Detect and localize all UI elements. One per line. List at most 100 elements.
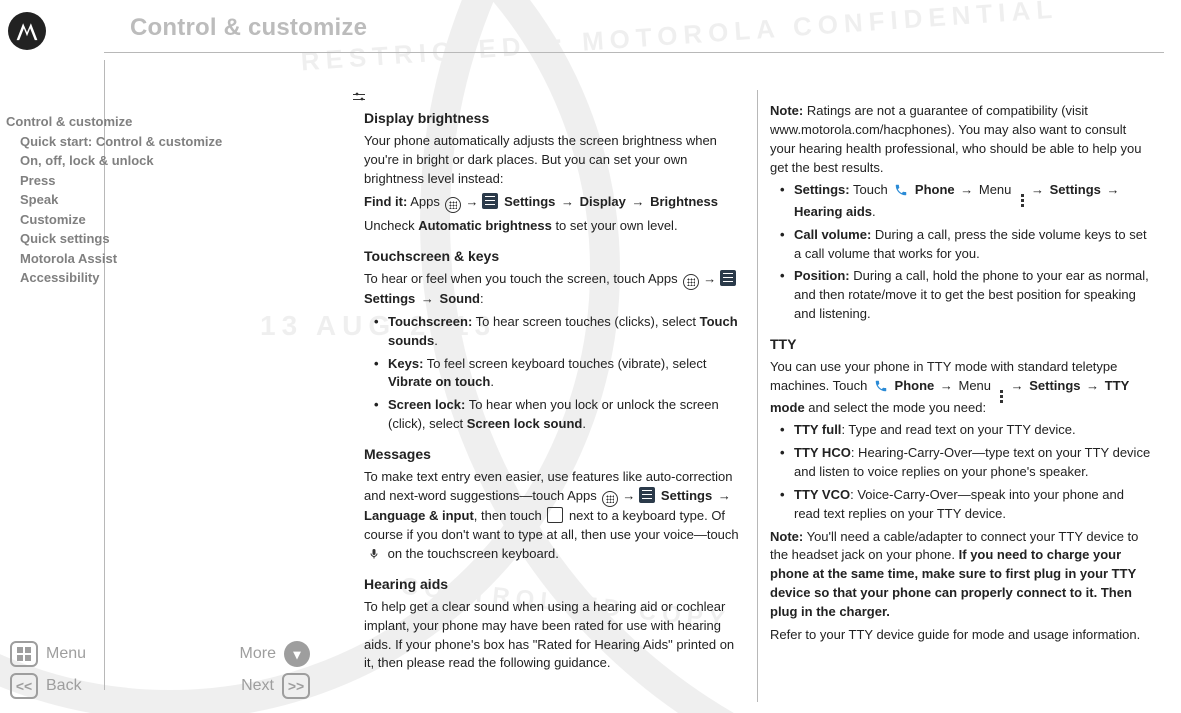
pagination-nav: Menu More ▾ << Back Next >> (10, 635, 310, 705)
arrow-icon: → (421, 291, 434, 306)
arrow-icon: → (960, 182, 973, 197)
body-text: To hear screen touches (clicks), select (472, 314, 699, 329)
column-2: Note: Ratings are not a guarantee of com… (758, 90, 1163, 702)
overflow-menu-icon (997, 385, 1007, 399)
arrow-icon: → (1011, 378, 1024, 393)
back-button[interactable]: << Back (10, 673, 82, 699)
arrow-icon: → (1031, 182, 1044, 197)
list-item: Settings: Touch Phone → Menu → Settings … (780, 181, 1151, 221)
overflow-menu-icon (1017, 189, 1027, 203)
body-text: TTY VCO (794, 487, 850, 502)
body-text: To feel screen keyboard touches (vibrate… (423, 356, 706, 371)
body-text: Touchscreen: (388, 314, 472, 329)
body-text: Uncheck (364, 218, 418, 233)
body-text: on the touchscreen keyboard. (384, 546, 559, 561)
more-button[interactable]: More ▾ (240, 641, 310, 667)
body-text: Screen lock sound (467, 416, 583, 431)
bullet-list: TTY full: Type and read text on your TTY… (780, 421, 1151, 523)
settings-icon (482, 193, 498, 209)
menu-grid-icon (10, 641, 38, 667)
body-text: Automatic brightness (418, 218, 552, 233)
body-text: You can use your phone in TTY mode with … (770, 358, 1151, 417)
list-item: TTY VCO: Voice-Carry-Over—speak into you… (780, 486, 1151, 524)
body-text: Keys: (388, 356, 423, 371)
toc-item[interactable]: Motorola Assist (20, 249, 306, 269)
menu-label: Menu (46, 645, 86, 663)
find-it-line: Find it: Apps → Settings → Display → Bri… (364, 193, 745, 213)
body-text: Settings (1026, 378, 1085, 393)
arrow-icon: → (631, 194, 644, 209)
body-text: Settings (657, 488, 716, 503)
apps-icon (602, 491, 618, 507)
toc-item[interactable]: Quick start: Control & customize (20, 132, 306, 152)
url-text: www.motorola.com/hacphones (770, 122, 947, 137)
list-item: Call volume: During a call, press the si… (780, 226, 1151, 264)
body-text: Settings (364, 291, 419, 306)
body-text: Apps (407, 194, 443, 209)
arrow-icon: → (940, 378, 953, 393)
more-icon: ▾ (284, 641, 310, 667)
note-text: Note: You'll need a cable/adapter to con… (770, 528, 1151, 622)
menu-button[interactable]: Menu (10, 641, 86, 667)
toc-parent[interactable]: Control & customize (6, 112, 306, 132)
arrow-icon: → (465, 194, 478, 209)
find-it-label: Find it: (364, 194, 407, 209)
body-text: Phone (891, 378, 938, 393)
list-item: Touchscreen: To hear screen touches (cli… (374, 313, 745, 351)
next-button[interactable]: Next >> (241, 673, 310, 699)
back-icon: << (10, 673, 38, 699)
arrow-icon: → (718, 488, 731, 503)
body-text: Display (576, 194, 629, 209)
arrow-icon: → (561, 194, 574, 209)
body-text: Settings: (794, 182, 850, 197)
toc-item[interactable]: Quick settings (20, 229, 306, 249)
column-1: Display brightness Your phone automatica… (352, 90, 757, 702)
body-text: Uncheck Automatic brightness to set your… (364, 217, 745, 236)
arrow-icon: → (703, 271, 716, 286)
list-item: Screen lock: To hear when you lock or un… (374, 396, 745, 434)
next-label: Next (241, 677, 274, 695)
body-text: To help get a clear sound when using a h… (364, 598, 745, 673)
toc-item[interactable]: Accessibility (20, 268, 306, 288)
phone-icon (893, 182, 909, 198)
toc-item[interactable]: Speak (20, 190, 306, 210)
settings-icon (720, 270, 736, 286)
note-label: Note: (770, 103, 803, 118)
list-item: TTY HCO: Hearing-Carry-Over—type text on… (780, 444, 1151, 482)
note-text: Note: Ratings are not a guarantee of com… (770, 102, 1151, 177)
body-text: Call volume: (794, 227, 871, 242)
body-text: to set your own level. (552, 218, 678, 233)
apps-icon (445, 197, 461, 213)
more-label: More (240, 645, 276, 663)
heading-tty: TTY (770, 334, 1151, 354)
toc-item[interactable]: Press (20, 171, 306, 191)
toc-item[interactable]: On, off, lock & unlock (20, 151, 306, 171)
body-text: and select the mode you need: (805, 400, 986, 415)
body-text: To hear or feel when you touch the scree… (364, 271, 681, 286)
body-text: To make text entry even easier, use feat… (364, 468, 745, 563)
body-text: Menu (955, 378, 995, 393)
back-label: Back (46, 677, 82, 695)
microphone-icon (366, 546, 382, 562)
heading-hearing-aids: Hearing aids (364, 574, 745, 594)
body-text: Settings (1046, 182, 1105, 197)
apps-icon (683, 274, 699, 290)
body-text: Refer to your TTY device guide for mode … (770, 626, 1151, 645)
bullet-list: Settings: Touch Phone → Menu → Settings … (780, 181, 1151, 324)
body-text: Sound (436, 291, 480, 306)
bullet-list: Touchscreen: To hear screen touches (cli… (374, 313, 745, 434)
body-text: Screen lock: (388, 397, 465, 412)
body-text: Phone (911, 182, 958, 197)
body-text: TTY full (794, 422, 841, 437)
arrow-icon: → (622, 488, 635, 503)
list-item: Position: During a call, hold the phone … (780, 267, 1151, 324)
body-text: Language & input (364, 508, 474, 523)
toc-item[interactable]: Customize (20, 210, 306, 230)
body-text: Vibrate on touch (388, 374, 490, 389)
body-text: Hearing aids (794, 204, 872, 219)
motorola-logo (8, 12, 46, 50)
page-title: Control & customize (130, 14, 367, 42)
body-text: Position: (794, 268, 850, 283)
body-text: To hear or feel when you touch the scree… (364, 270, 745, 309)
header-divider (104, 52, 1164, 53)
